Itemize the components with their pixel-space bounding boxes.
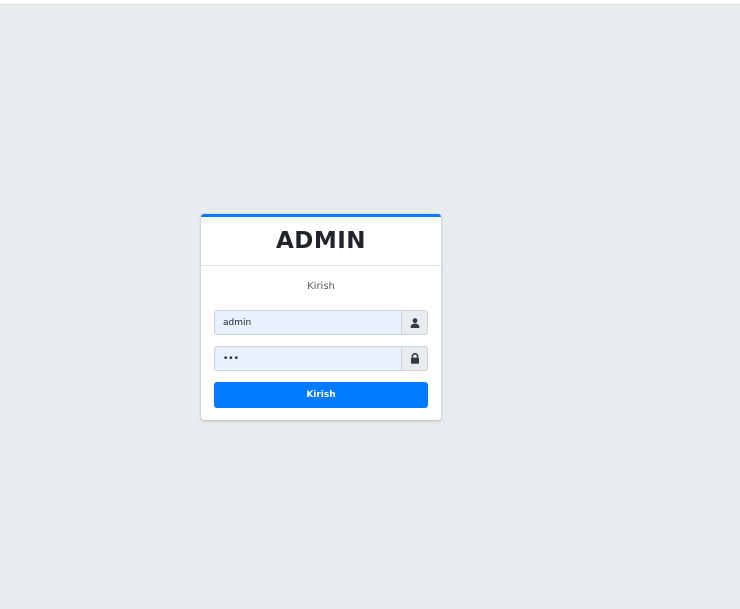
password-addon — [401, 346, 428, 371]
password-input[interactable] — [214, 346, 401, 371]
lock-icon — [410, 353, 420, 364]
login-card-header: ADMIN — [201, 217, 441, 266]
password-group — [214, 346, 428, 371]
username-group — [214, 310, 428, 335]
login-submit-button[interactable]: Kirish — [214, 382, 428, 408]
user-icon — [410, 317, 420, 328]
top-border — [0, 0, 740, 5]
login-message: Kirish — [307, 281, 335, 292]
login-card-body: Kirish admin Kirish — [201, 266, 441, 408]
login-card: ADMIN Kirish admin Kirish — [201, 214, 441, 420]
username-addon — [401, 310, 428, 335]
username-input[interactable] — [214, 310, 401, 335]
brand-title: ADMIN — [275, 228, 367, 254]
